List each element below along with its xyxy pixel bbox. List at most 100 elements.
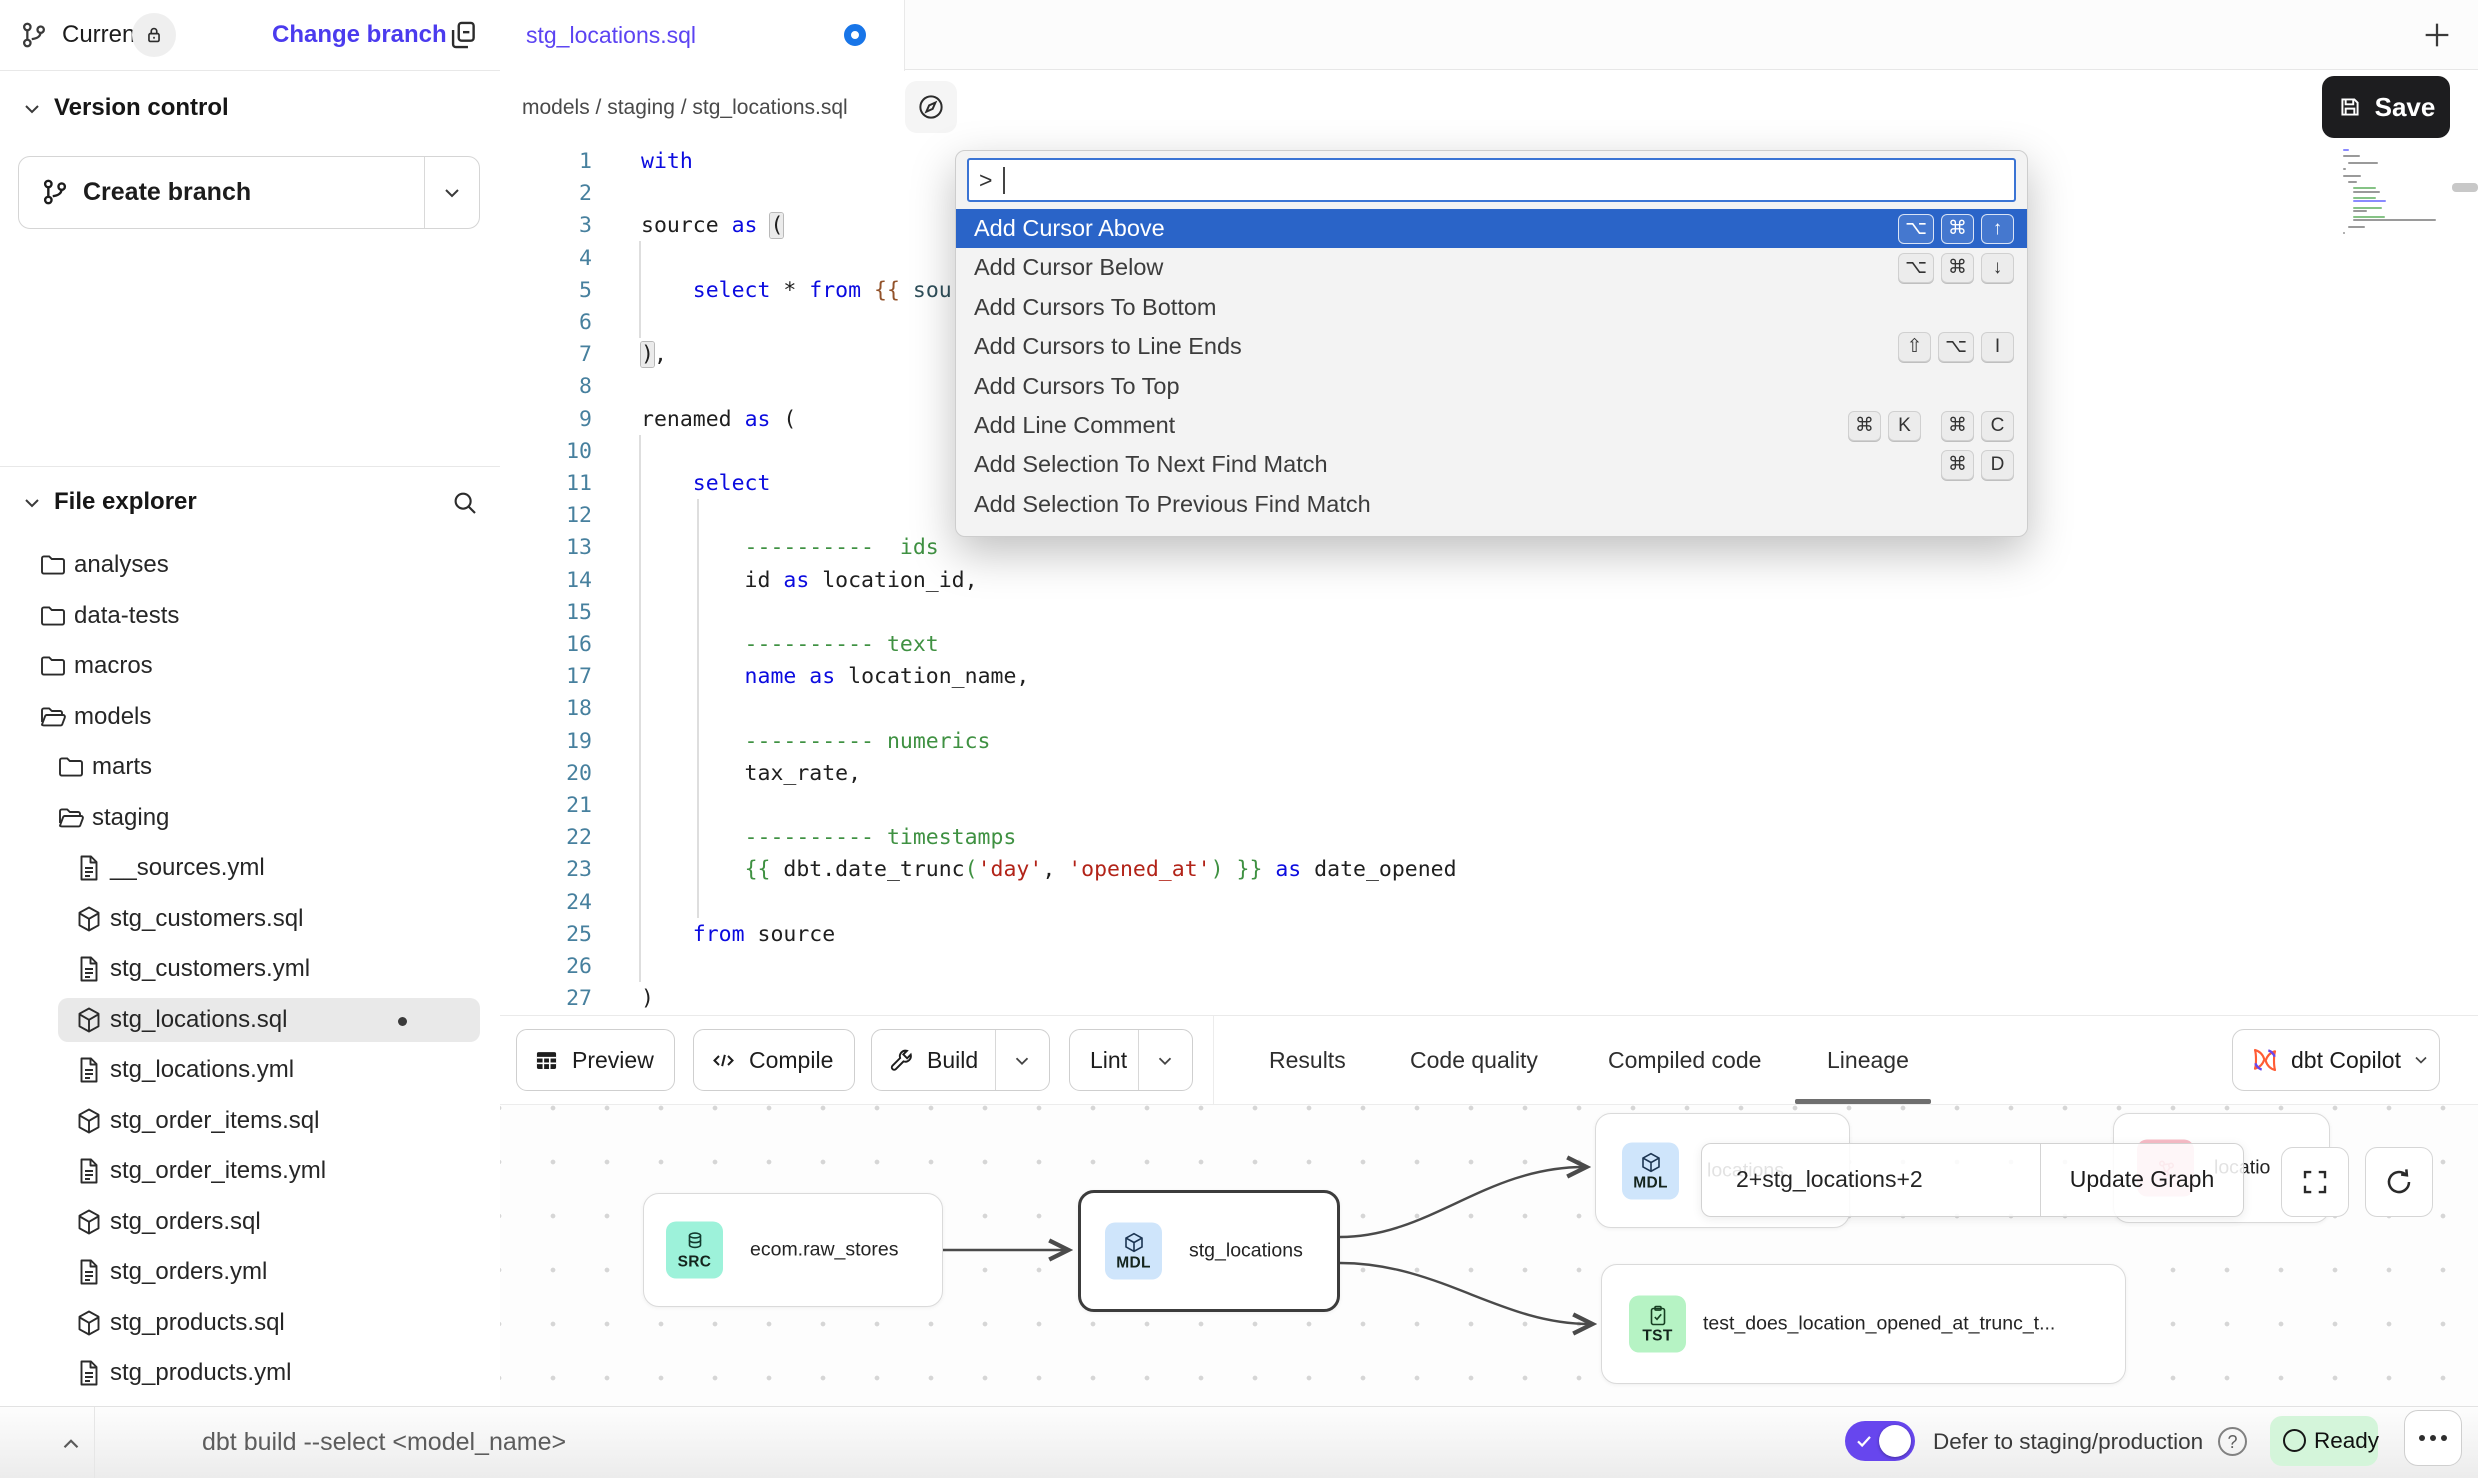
code-line[interactable]: 24 xyxy=(500,886,2478,919)
command-item[interactable]: Add Cursor Above⌥⌘↑ xyxy=(956,209,2027,248)
code-line[interactable]: 20 tax_rate, xyxy=(500,757,2478,790)
explore-compass-button[interactable] xyxy=(905,81,957,133)
dbt-logo-icon xyxy=(2249,1044,2281,1076)
file-tree-item[interactable]: stg_orders.yml xyxy=(0,1247,500,1298)
tab-stg-locations[interactable]: stg_locations.sql xyxy=(500,0,905,71)
key-chip: K xyxy=(1888,411,1921,441)
command-list: Add Cursor Above⌥⌘↑Add Cursor Below⌥⌘↓Ad… xyxy=(956,209,2027,524)
command-palette-input[interactable]: > xyxy=(967,158,2016,202)
code-line[interactable]: 22 ---------- timestamps xyxy=(500,821,2478,854)
chevron-down-icon[interactable] xyxy=(440,181,464,205)
defer-toggle[interactable] xyxy=(1845,1421,1915,1461)
create-branch-button[interactable]: Create branch xyxy=(18,156,480,229)
file-tree-item[interactable]: staging xyxy=(0,793,500,844)
chevron-down-icon[interactable] xyxy=(1154,1050,1176,1072)
file-tree-item[interactable]: marts xyxy=(0,742,500,793)
search-icon[interactable] xyxy=(450,488,480,518)
file-tree-item[interactable]: stg_order_items.sql xyxy=(0,1096,500,1147)
change-branch-link[interactable]: Change branch xyxy=(272,0,447,70)
lineage-node-test[interactable]: TST test_does_location_opened_at_trunc_t… xyxy=(1601,1264,2126,1384)
refresh-button[interactable] xyxy=(2365,1147,2433,1217)
file-tree-item[interactable]: analyses xyxy=(0,540,500,591)
line-number: 24 xyxy=(500,886,592,919)
file-tree-item[interactable]: stg_customers.yml xyxy=(0,944,500,995)
preview-button[interactable]: Preview xyxy=(516,1029,675,1091)
dbt-copilot-button[interactable]: dbt Copilot xyxy=(2232,1029,2440,1091)
code-text: ---------- ids xyxy=(641,531,939,564)
yml-file-icon xyxy=(74,1156,104,1186)
minimap-line xyxy=(2353,191,2380,193)
command-item[interactable]: Add Cursor Below⌥⌘↓ xyxy=(956,248,2027,287)
lineage-node-source[interactable]: SRC ecom.raw_stores xyxy=(643,1193,943,1307)
code-line[interactable]: 17 name as location_name, xyxy=(500,660,2478,693)
file-tree-item[interactable]: stg_products.yml xyxy=(0,1348,500,1399)
help-icon[interactable]: ? xyxy=(2218,1427,2247,1456)
lint-button[interactable]: Lint xyxy=(1069,1029,1193,1091)
command-item[interactable]: Add Line Comment⌘K⌘C xyxy=(956,406,2027,445)
line-number: 8 xyxy=(500,370,592,403)
chevron-up-icon[interactable] xyxy=(58,1431,84,1457)
more-options-button[interactable] xyxy=(2404,1410,2462,1466)
code-line[interactable]: 18 xyxy=(500,692,2478,725)
tab-compiled-code[interactable]: Compiled code xyxy=(1608,1016,1761,1104)
command-item[interactable]: Add Cursors To Top xyxy=(956,367,2027,406)
fullscreen-button[interactable] xyxy=(2281,1147,2349,1217)
file-tree-item[interactable]: __sources.yml xyxy=(0,843,500,894)
copy-icon[interactable] xyxy=(446,18,480,52)
version-control-section-header[interactable]: Version control xyxy=(0,86,500,130)
refresh-icon xyxy=(2383,1166,2415,1198)
new-tab-plus-icon[interactable] xyxy=(2420,18,2454,52)
file-tree-item[interactable]: stg_products.sql xyxy=(0,1298,500,1349)
tab-results[interactable]: Results xyxy=(1269,1016,1346,1104)
scrollbar-thumb[interactable] xyxy=(2452,183,2478,192)
code-line[interactable]: 25 from source xyxy=(500,918,2478,951)
chevron-down-icon[interactable] xyxy=(1011,1050,1033,1072)
file-tree-item[interactable]: macros xyxy=(0,641,500,692)
file-explorer-title: File explorer xyxy=(54,480,197,524)
code-line[interactable]: 23 {{ dbt.date_trunc('day', 'opened_at')… xyxy=(500,853,2478,886)
code-line[interactable]: 21 xyxy=(500,789,2478,822)
command-item[interactable]: Add Selection To Next Find Match⌘D xyxy=(956,445,2027,484)
build-button[interactable]: Build xyxy=(871,1029,1050,1091)
lineage-node-stg-locations[interactable]: MDL stg_locations xyxy=(1078,1190,1340,1312)
minimap-line xyxy=(2353,219,2436,221)
save-button[interactable]: Save xyxy=(2322,76,2450,138)
file-tree-item[interactable]: stg_customers.sql xyxy=(0,894,500,945)
code-text: from source xyxy=(641,918,835,951)
tab-code-quality[interactable]: Code quality xyxy=(1410,1016,1538,1104)
code-text: id as location_id, xyxy=(641,564,978,597)
code-line[interactable]: 16 ---------- text xyxy=(500,628,2478,661)
code-line[interactable]: 19 ---------- numerics xyxy=(500,725,2478,758)
command-palette: > Add Cursor Above⌥⌘↑Add Cursor Below⌥⌘↓… xyxy=(955,150,2028,537)
code-line[interactable]: 26 xyxy=(500,950,2478,983)
command-item[interactable]: Add Selection To Previous Find Match xyxy=(956,485,2027,524)
node-label: ecom.raw_stores xyxy=(750,1239,898,1262)
file-explorer-section-header[interactable]: File explorer xyxy=(0,480,500,526)
file-tree-item[interactable]: stg_orders.sql xyxy=(0,1197,500,1248)
tab-lineage[interactable]: Lineage xyxy=(1827,1016,1909,1104)
lineage-canvas[interactable]: SRC ecom.raw_stores MDL stg_locations MD… xyxy=(500,1105,2478,1406)
command-input[interactable]: dbt build --select <model_name> xyxy=(202,1407,566,1477)
unsaved-changes-dot xyxy=(398,1017,407,1026)
code-line[interactable]: 14 id as location_id, xyxy=(500,564,2478,597)
code-text: with xyxy=(641,145,693,178)
toggle-knob xyxy=(1879,1425,1911,1457)
file-tree-item[interactable]: stg_order_items.yml xyxy=(0,1146,500,1197)
file-tree-item[interactable]: data-tests xyxy=(0,591,500,642)
code-line[interactable]: 15 xyxy=(500,596,2478,629)
file-tree-item[interactable]: stg_locations.yml xyxy=(0,1045,500,1096)
current-branch-label: Current xyxy=(62,0,142,70)
status-badge-ready[interactable]: Ready xyxy=(2270,1416,2378,1466)
command-item[interactable]: Add Cursors To Bottom xyxy=(956,288,2027,327)
save-label: Save xyxy=(2375,92,2436,123)
lineage-selector-input[interactable]: 2+stg_locations+2 xyxy=(1702,1144,2040,1216)
file-tree-item[interactable]: models xyxy=(0,692,500,743)
update-graph-button[interactable]: Update Graph xyxy=(2041,1144,2243,1216)
compile-button[interactable]: Compile xyxy=(693,1029,855,1091)
code-line[interactable]: 27) xyxy=(500,982,2478,1015)
line-number: 25 xyxy=(500,918,592,951)
minimap[interactable] xyxy=(2337,147,2449,247)
model-file-icon xyxy=(74,904,104,934)
command-item[interactable]: Add Cursors to Line Ends⇧⌥I xyxy=(956,327,2027,366)
file-tree-item[interactable]: stg_locations.sql xyxy=(0,995,500,1046)
